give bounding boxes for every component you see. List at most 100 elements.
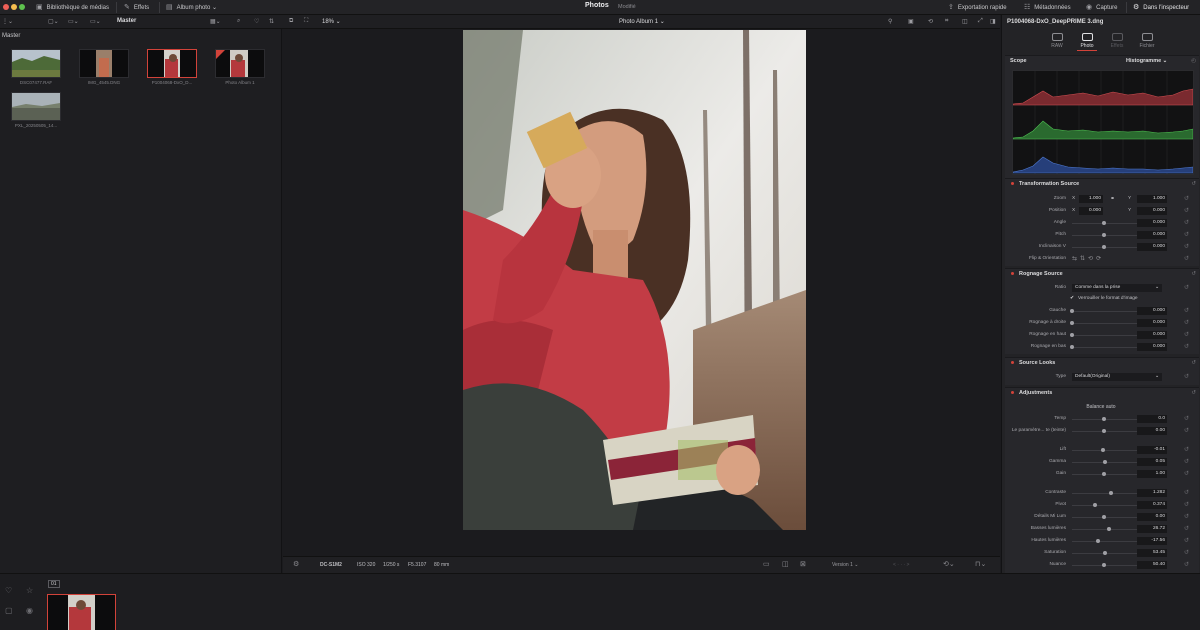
transform-header[interactable]: Transformation Source ↺ — [1006, 181, 1198, 192]
link-icon[interactable]: ⚭ — [1110, 195, 1115, 202]
reset-icon[interactable]: ↺ — [1184, 373, 1189, 380]
compare-icon[interactable]: ◫ — [962, 18, 968, 25]
crop-top-field[interactable]: 0.000 — [1137, 331, 1167, 339]
tab-photo[interactable]: Photo — [1072, 33, 1102, 49]
inclination-field[interactable]: 0.000 — [1137, 243, 1167, 251]
saturation-field[interactable]: 53.45 — [1137, 549, 1167, 557]
zoom-x-field[interactable]: 1.000 — [1079, 195, 1103, 203]
capture-button[interactable]: ◉ Capture — [1086, 3, 1117, 11]
slider-knob[interactable] — [1103, 551, 1107, 555]
lift-field[interactable]: -0.01 — [1137, 446, 1167, 454]
compare-icon[interactable]: ⊠ — [800, 560, 806, 568]
close-window-icon[interactable] — [3, 4, 9, 10]
slider-knob[interactable] — [1109, 491, 1113, 495]
contrast-slider[interactable] — [1072, 493, 1138, 494]
tab-raw[interactable]: RAW — [1042, 33, 1072, 49]
bookmark-icon[interactable]: ⊓⌄ — [975, 560, 986, 568]
reset-icon[interactable]: ↺ — [1184, 549, 1189, 556]
slider-knob[interactable] — [1093, 503, 1097, 507]
crop-right-slider[interactable] — [1072, 323, 1138, 324]
reset-icon[interactable]: ↺ — [1191, 271, 1196, 277]
fullscreen-icon[interactable]: ⛶ — [304, 18, 308, 25]
crop-left-slider[interactable] — [1072, 311, 1138, 312]
slider-knob[interactable] — [1102, 563, 1106, 567]
media-thumb[interactable] — [11, 49, 61, 78]
reset-icon[interactable]: ↺ — [1184, 255, 1189, 262]
media-thumb[interactable] — [11, 92, 61, 121]
media-thumb-selected[interactable] — [147, 49, 197, 78]
look-type-select[interactable]: Default(Original) ⌄ — [1072, 373, 1162, 381]
reset-icon[interactable]: ↺ — [1191, 360, 1196, 366]
reset-icon[interactable]: ↺ — [1184, 458, 1189, 465]
sidebar-toggle-icon[interactable]: ⋮⌄ — [2, 18, 13, 25]
filter-icon[interactable]: ▭⌄ — [68, 18, 79, 25]
crop-icon[interactable]: ⌗ — [945, 18, 948, 25]
reset-icon[interactable]: ↺ — [1184, 513, 1189, 520]
rotate-icon[interactable]: ⟲ — [928, 18, 933, 25]
reset-icon[interactable]: ↺ — [1191, 390, 1196, 396]
pivot-field[interactable]: 0.374 — [1137, 501, 1167, 509]
reset-icon[interactable]: ↺ — [1184, 446, 1189, 453]
reset-icon[interactable]: ↺ — [1184, 561, 1189, 568]
crop-bottom-slider[interactable] — [1072, 347, 1138, 348]
reset-icon[interactable]: ↺ — [1184, 331, 1189, 338]
new-bin-icon[interactable]: ▢⌄ — [48, 18, 59, 25]
favorite-icon[interactable]: ♡ — [254, 18, 259, 25]
angle-field[interactable]: 0.000 — [1137, 219, 1167, 227]
slider-knob[interactable] — [1101, 448, 1105, 452]
scope-mode-select[interactable]: Histogramme ⌄ — [1126, 58, 1167, 64]
sort-icon[interactable]: ⇅ — [269, 18, 274, 25]
slider-knob[interactable] — [1102, 515, 1106, 519]
pitch-field[interactable]: 0.000 — [1137, 231, 1167, 239]
ratio-select[interactable]: Comme dans la prise ⌄ — [1072, 284, 1162, 292]
color-picker-icon[interactable]: ⚲ — [888, 18, 892, 25]
reset-icon[interactable]: ↺ — [1184, 207, 1189, 214]
fit-icon[interactable]: ⧉ — [289, 18, 293, 25]
inspector-toggle-button[interactable]: ⚙ Dans l'inspecteur — [1133, 3, 1189, 11]
reset-icon[interactable]: ↺ — [1184, 231, 1189, 238]
shadows-field[interactable]: 26.72 — [1137, 525, 1167, 533]
split-view-icon[interactable]: ◨ — [990, 18, 996, 25]
pivot-slider[interactable] — [1072, 505, 1138, 506]
slider-knob[interactable] — [1107, 527, 1111, 531]
fit-to-window-icon[interactable]: ▣ — [908, 18, 914, 25]
reset-icon[interactable]: ↺ — [1184, 284, 1189, 291]
minimize-window-icon[interactable] — [11, 4, 17, 10]
crop-top-slider[interactable] — [1072, 335, 1138, 336]
media-thumb[interactable] — [215, 49, 265, 78]
lift-slider[interactable] — [1072, 450, 1138, 451]
undo-icon[interactable]: ⟲⌄ — [943, 560, 955, 568]
reset-icon[interactable]: ↺ — [1184, 537, 1189, 544]
mid-detail-field[interactable]: 0.00 — [1137, 513, 1167, 521]
metadata-button[interactable]: ☷ Métadonnées — [1024, 3, 1071, 11]
looks-header[interactable]: Source Looks ↺ — [1006, 360, 1198, 371]
slider-knob[interactable] — [1070, 309, 1074, 313]
square-icon[interactable]: ▢ — [5, 606, 13, 615]
photo-album-button[interactable]: ▤ Album photo ⌄ — [166, 3, 217, 11]
position-x-field[interactable]: 0.000 — [1079, 207, 1103, 215]
quick-export-button[interactable]: ⇪ Exportation rapide — [948, 3, 1007, 11]
crop-left-field[interactable]: 0.000 — [1137, 307, 1167, 315]
checkbox-checked-icon[interactable]: ✔ — [1070, 295, 1074, 301]
slider-knob[interactable] — [1102, 472, 1106, 476]
reset-icon[interactable]: ↺ — [1184, 470, 1189, 477]
zoom-y-field[interactable]: 1.000 — [1137, 195, 1167, 203]
image-viewer[interactable] — [283, 29, 1000, 556]
slider-knob[interactable] — [1102, 233, 1106, 237]
reset-icon[interactable]: ↺ — [1184, 489, 1189, 496]
zoom-window-icon[interactable] — [19, 4, 25, 10]
reset-icon[interactable]: ↺ — [1184, 415, 1189, 422]
crop-header[interactable]: Rognage Source ↺ — [1006, 271, 1198, 282]
reset-icon[interactable]: ↺ — [1184, 525, 1189, 532]
star-icon[interactable]: ☆ — [26, 586, 33, 595]
shadows-slider[interactable] — [1072, 529, 1138, 530]
slider-knob[interactable] — [1102, 245, 1106, 249]
slider-knob[interactable] — [1070, 345, 1074, 349]
reset-icon[interactable]: ↺ — [1191, 181, 1196, 187]
heart-icon[interactable]: ♡ — [5, 586, 12, 595]
slider-knob[interactable] — [1103, 460, 1107, 464]
search-icon[interactable]: ⌕ — [237, 18, 240, 25]
crop-right-field[interactable]: 0.000 — [1137, 319, 1167, 327]
gain-field[interactable]: 1.00 — [1137, 470, 1167, 478]
view-options-icon[interactable]: ▭⌄ — [90, 18, 101, 25]
